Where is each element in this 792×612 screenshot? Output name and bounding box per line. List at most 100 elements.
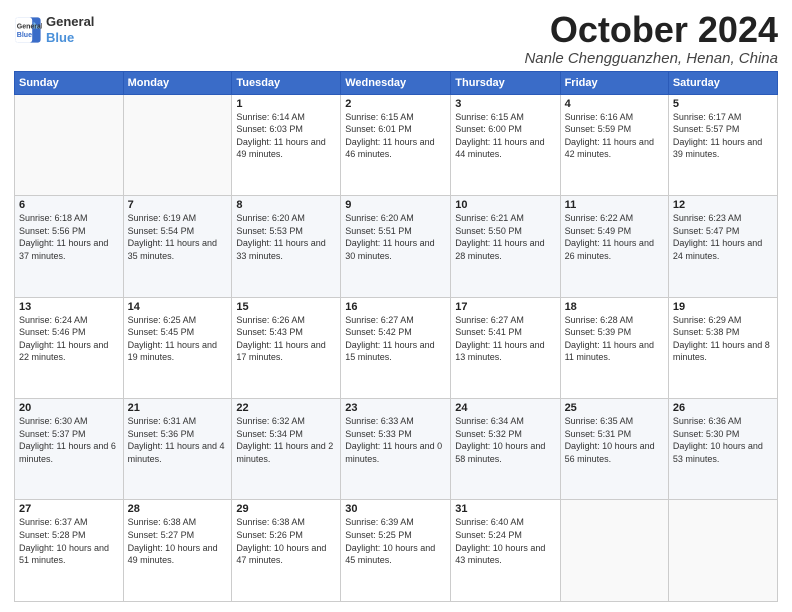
day-info: Sunrise: 6:39 AM Sunset: 5:25 PM Dayligh…: [345, 516, 446, 566]
day-info: Sunrise: 6:21 AM Sunset: 5:50 PM Dayligh…: [455, 212, 555, 262]
header-saturday: Saturday: [668, 71, 777, 94]
day-cell: 28Sunrise: 6:38 AM Sunset: 5:27 PM Dayli…: [123, 500, 232, 602]
day-cell: 3Sunrise: 6:15 AM Sunset: 6:00 PM Daylig…: [451, 94, 560, 195]
day-info: Sunrise: 6:30 AM Sunset: 5:37 PM Dayligh…: [19, 415, 119, 465]
calendar: Sunday Monday Tuesday Wednesday Thursday…: [14, 71, 778, 602]
day-cell: [15, 94, 124, 195]
day-cell: 1Sunrise: 6:14 AM Sunset: 6:03 PM Daylig…: [232, 94, 341, 195]
day-info: Sunrise: 6:29 AM Sunset: 5:38 PM Dayligh…: [673, 314, 773, 364]
day-cell: 10Sunrise: 6:21 AM Sunset: 5:50 PM Dayli…: [451, 196, 560, 297]
day-number: 24: [455, 402, 555, 414]
day-number: 31: [455, 503, 555, 515]
page: General Blue General Blue October 2024 N…: [0, 0, 792, 612]
day-info: Sunrise: 6:18 AM Sunset: 5:56 PM Dayligh…: [19, 212, 119, 262]
svg-text:Blue: Blue: [17, 32, 32, 39]
day-info: Sunrise: 6:19 AM Sunset: 5:54 PM Dayligh…: [128, 212, 228, 262]
day-cell: 20Sunrise: 6:30 AM Sunset: 5:37 PM Dayli…: [15, 399, 124, 500]
day-info: Sunrise: 6:23 AM Sunset: 5:47 PM Dayligh…: [673, 212, 773, 262]
day-number: 19: [673, 301, 773, 313]
day-info: Sunrise: 6:27 AM Sunset: 5:41 PM Dayligh…: [455, 314, 555, 364]
day-number: 22: [236, 402, 336, 414]
day-number: 29: [236, 503, 336, 515]
header: General Blue General Blue October 2024 N…: [14, 10, 778, 67]
day-cell: 29Sunrise: 6:38 AM Sunset: 5:26 PM Dayli…: [232, 500, 341, 602]
day-cell: 4Sunrise: 6:16 AM Sunset: 5:59 PM Daylig…: [560, 94, 668, 195]
week-row-5: 27Sunrise: 6:37 AM Sunset: 5:28 PM Dayli…: [15, 500, 778, 602]
day-cell: 9Sunrise: 6:20 AM Sunset: 5:51 PM Daylig…: [341, 196, 451, 297]
day-cell: 18Sunrise: 6:28 AM Sunset: 5:39 PM Dayli…: [560, 297, 668, 398]
day-number: 8: [236, 199, 336, 211]
day-cell: 26Sunrise: 6:36 AM Sunset: 5:30 PM Dayli…: [668, 399, 777, 500]
day-cell: 19Sunrise: 6:29 AM Sunset: 5:38 PM Dayli…: [668, 297, 777, 398]
day-cell: 31Sunrise: 6:40 AM Sunset: 5:24 PM Dayli…: [451, 500, 560, 602]
day-cell: 2Sunrise: 6:15 AM Sunset: 6:01 PM Daylig…: [341, 94, 451, 195]
week-row-3: 13Sunrise: 6:24 AM Sunset: 5:46 PM Dayli…: [15, 297, 778, 398]
day-info: Sunrise: 6:38 AM Sunset: 5:27 PM Dayligh…: [128, 516, 228, 566]
day-info: Sunrise: 6:14 AM Sunset: 6:03 PM Dayligh…: [236, 111, 336, 161]
day-info: Sunrise: 6:24 AM Sunset: 5:46 PM Dayligh…: [19, 314, 119, 364]
day-number: 7: [128, 199, 228, 211]
day-cell: 7Sunrise: 6:19 AM Sunset: 5:54 PM Daylig…: [123, 196, 232, 297]
day-cell: 16Sunrise: 6:27 AM Sunset: 5:42 PM Dayli…: [341, 297, 451, 398]
day-cell: [123, 94, 232, 195]
day-number: 5: [673, 98, 773, 110]
day-info: Sunrise: 6:20 AM Sunset: 5:51 PM Dayligh…: [345, 212, 446, 262]
day-number: 28: [128, 503, 228, 515]
day-cell: 23Sunrise: 6:33 AM Sunset: 5:33 PM Dayli…: [341, 399, 451, 500]
day-cell: 13Sunrise: 6:24 AM Sunset: 5:46 PM Dayli…: [15, 297, 124, 398]
day-number: 27: [19, 503, 119, 515]
day-info: Sunrise: 6:15 AM Sunset: 6:01 PM Dayligh…: [345, 111, 446, 161]
day-info: Sunrise: 6:37 AM Sunset: 5:28 PM Dayligh…: [19, 516, 119, 566]
day-info: Sunrise: 6:31 AM Sunset: 5:36 PM Dayligh…: [128, 415, 228, 465]
day-number: 23: [345, 402, 446, 414]
day-info: Sunrise: 6:22 AM Sunset: 5:49 PM Dayligh…: [565, 212, 664, 262]
logo-text: General Blue: [46, 14, 94, 45]
day-info: Sunrise: 6:34 AM Sunset: 5:32 PM Dayligh…: [455, 415, 555, 465]
day-number: 13: [19, 301, 119, 313]
day-info: Sunrise: 6:40 AM Sunset: 5:24 PM Dayligh…: [455, 516, 555, 566]
day-cell: [560, 500, 668, 602]
day-info: Sunrise: 6:26 AM Sunset: 5:43 PM Dayligh…: [236, 314, 336, 364]
day-info: Sunrise: 6:33 AM Sunset: 5:33 PM Dayligh…: [345, 415, 446, 465]
day-cell: 12Sunrise: 6:23 AM Sunset: 5:47 PM Dayli…: [668, 196, 777, 297]
header-monday: Monday: [123, 71, 232, 94]
day-cell: 27Sunrise: 6:37 AM Sunset: 5:28 PM Dayli…: [15, 500, 124, 602]
day-cell: 30Sunrise: 6:39 AM Sunset: 5:25 PM Dayli…: [341, 500, 451, 602]
weekday-header-row: Sunday Monday Tuesday Wednesday Thursday…: [15, 71, 778, 94]
day-number: 21: [128, 402, 228, 414]
day-number: 4: [565, 98, 664, 110]
header-friday: Friday: [560, 71, 668, 94]
header-thursday: Thursday: [451, 71, 560, 94]
logo-icon: General Blue: [14, 16, 42, 44]
day-cell: 15Sunrise: 6:26 AM Sunset: 5:43 PM Dayli…: [232, 297, 341, 398]
day-info: Sunrise: 6:38 AM Sunset: 5:26 PM Dayligh…: [236, 516, 336, 566]
month-title: October 2024: [524, 10, 778, 50]
day-info: Sunrise: 6:16 AM Sunset: 5:59 PM Dayligh…: [565, 111, 664, 161]
day-number: 15: [236, 301, 336, 313]
day-cell: 8Sunrise: 6:20 AM Sunset: 5:53 PM Daylig…: [232, 196, 341, 297]
day-cell: 17Sunrise: 6:27 AM Sunset: 5:41 PM Dayli…: [451, 297, 560, 398]
day-info: Sunrise: 6:17 AM Sunset: 5:57 PM Dayligh…: [673, 111, 773, 161]
day-number: 3: [455, 98, 555, 110]
day-info: Sunrise: 6:32 AM Sunset: 5:34 PM Dayligh…: [236, 415, 336, 465]
day-number: 6: [19, 199, 119, 211]
svg-text:General: General: [17, 23, 42, 30]
header-tuesday: Tuesday: [232, 71, 341, 94]
day-cell: [668, 500, 777, 602]
day-number: 18: [565, 301, 664, 313]
day-cell: 6Sunrise: 6:18 AM Sunset: 5:56 PM Daylig…: [15, 196, 124, 297]
week-row-4: 20Sunrise: 6:30 AM Sunset: 5:37 PM Dayli…: [15, 399, 778, 500]
day-cell: 25Sunrise: 6:35 AM Sunset: 5:31 PM Dayli…: [560, 399, 668, 500]
day-info: Sunrise: 6:36 AM Sunset: 5:30 PM Dayligh…: [673, 415, 773, 465]
day-number: 9: [345, 199, 446, 211]
day-number: 16: [345, 301, 446, 313]
week-row-2: 6Sunrise: 6:18 AM Sunset: 5:56 PM Daylig…: [15, 196, 778, 297]
day-number: 26: [673, 402, 773, 414]
day-number: 1: [236, 98, 336, 110]
day-number: 14: [128, 301, 228, 313]
day-number: 2: [345, 98, 446, 110]
title-block: October 2024 Nanle Chengguanzhen, Henan,…: [524, 10, 778, 67]
day-info: Sunrise: 6:20 AM Sunset: 5:53 PM Dayligh…: [236, 212, 336, 262]
week-row-1: 1Sunrise: 6:14 AM Sunset: 6:03 PM Daylig…: [15, 94, 778, 195]
logo: General Blue General Blue: [14, 14, 94, 45]
